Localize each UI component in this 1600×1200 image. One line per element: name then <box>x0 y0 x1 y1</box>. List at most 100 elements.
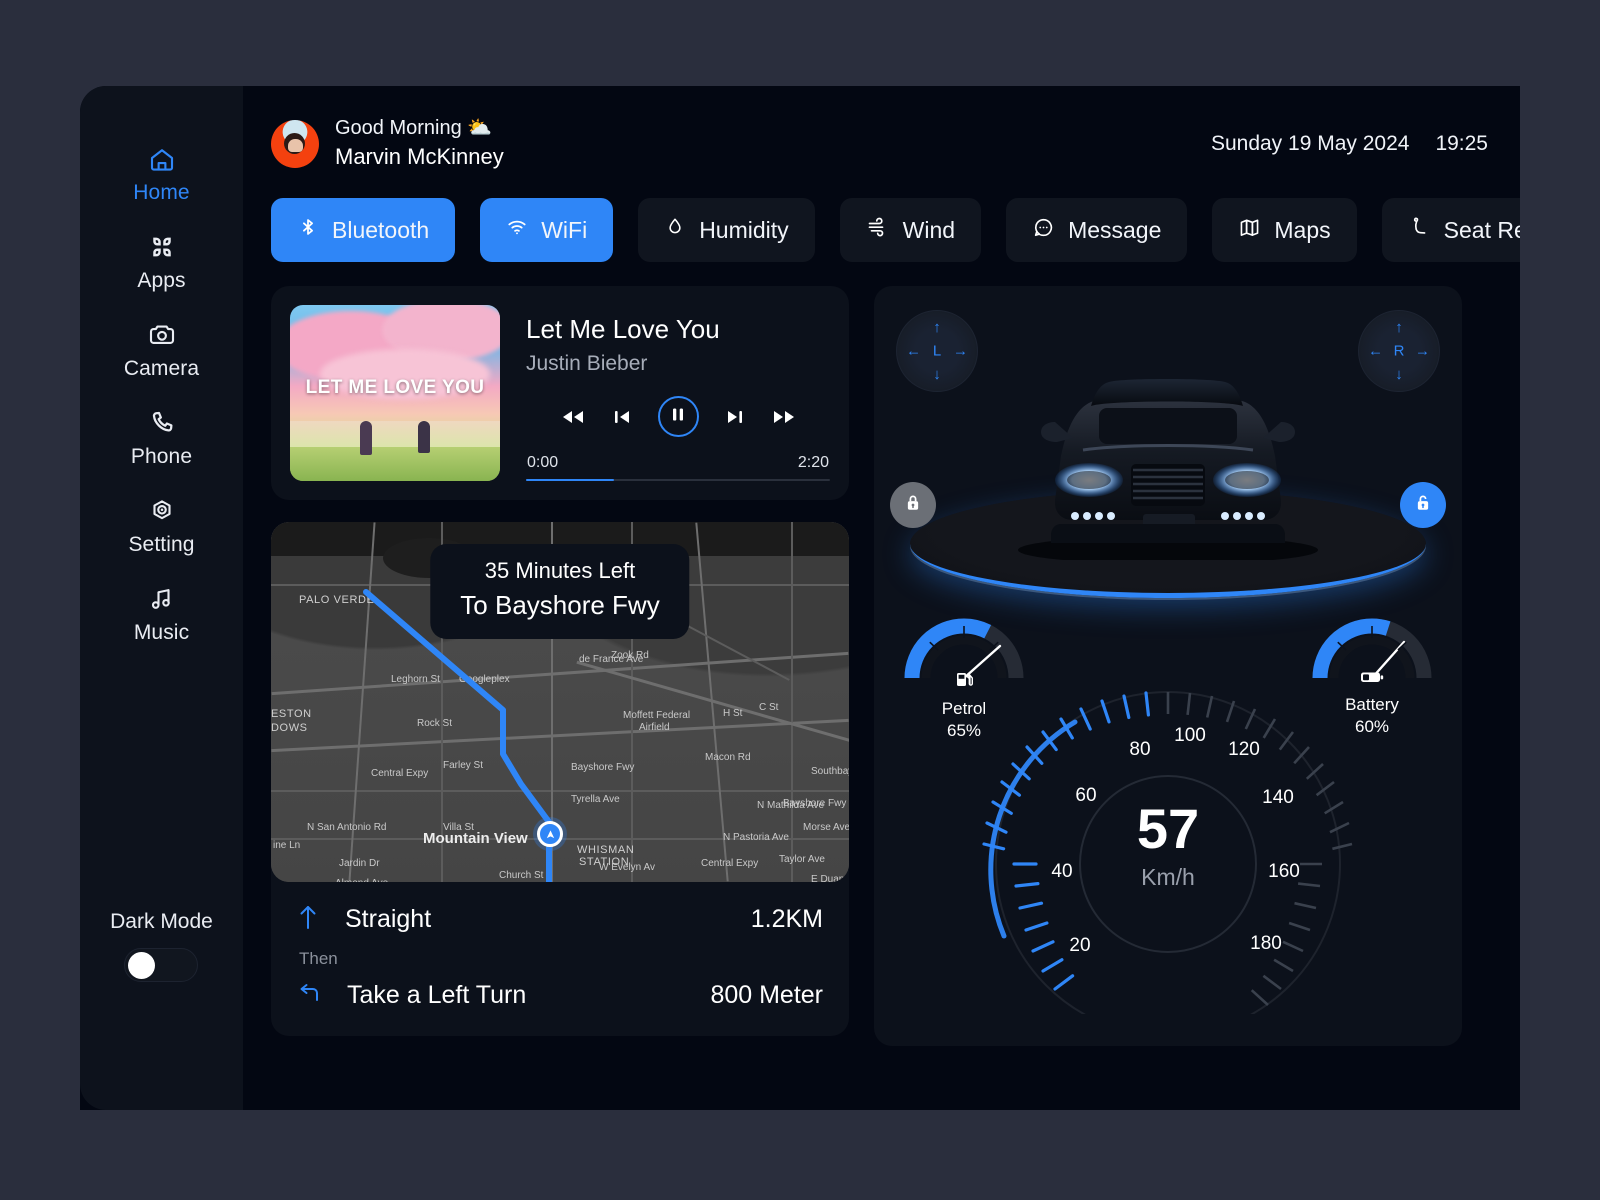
play-pause-button[interactable] <box>657 396 699 437</box>
direction-distance: 1.2KM <box>750 905 823 933</box>
direction-instruction: Straight <box>345 905 432 933</box>
sidebar-item-label: Phone <box>130 445 193 468</box>
direction-step: Take a Left Turn 800 Meter <box>297 981 823 1010</box>
pause-icon <box>671 407 685 427</box>
seat-icon <box>1408 216 1431 245</box>
direction-step: Straight 1.2KM <box>297 904 823 935</box>
current-location-label: Mountain View <box>423 830 528 847</box>
sidebar-item-label: Setting <box>128 533 195 556</box>
quick-action-label: WiFi <box>541 216 588 243</box>
map-view[interactable]: PALO VERDE Leghorn St Googleplex Moffett… <box>271 522 849 882</box>
greeting-text: Good Morning ⛅ <box>335 117 493 140</box>
quick-action-bar: Bluetooth WiFi Humidity Wind Message Map… <box>271 198 1520 262</box>
fast-forward-icon[interactable] <box>771 407 797 427</box>
message-bubble-icon <box>1032 216 1055 245</box>
quick-action-label: Seat Reclining <box>1443 216 1520 243</box>
turn-by-turn-directions: Straight 1.2KM Then Take a Left Turn 800… <box>271 882 849 1036</box>
vehicle-status-card: ↑ ↓ ← → L ↑ ↓ ← → R Petrol 65% Battery 6… <box>874 286 1462 1046</box>
quick-action-wind[interactable]: Wind <box>839 198 982 262</box>
quick-action-label: Message <box>1068 216 1162 243</box>
arrow-left-turn-icon <box>297 981 321 1010</box>
album-cover: LET ME LOVE YOU <box>290 305 500 481</box>
wind-icon <box>866 215 890 245</box>
main-area: Good Morning ⛅ Marvin McKinney Sunday 19… <box>243 86 1520 1110</box>
car-stage <box>874 304 1462 604</box>
current-position-marker <box>537 821 563 847</box>
date-label: Sunday 19 May 2024 <box>1210 132 1410 155</box>
tick-label-20: 20 <box>1069 935 1091 956</box>
sidebar: Home Apps Camera Phone Setting Music Dar… <box>80 86 243 1110</box>
lock-closed-icon <box>902 492 924 519</box>
cover-grass <box>290 447 500 481</box>
tick-label-80: 80 <box>1129 739 1151 760</box>
quick-action-label: Bluetooth <box>332 216 430 243</box>
right-column: ↑ ↓ ← → L ↑ ↓ ← → R Petrol 65% Battery 6… <box>874 286 1462 1046</box>
music-player-card: LET ME LOVE YOU Let Me Love You Justin B… <box>271 286 849 500</box>
navigation-card: PALO VERDE Leghorn St Googleplex Moffett… <box>271 522 849 1036</box>
quick-action-bluetooth[interactable]: Bluetooth <box>271 198 456 262</box>
next-track-icon[interactable] <box>725 407 745 427</box>
dark-mode-control: Dark Mode <box>110 910 213 982</box>
quick-action-message[interactable]: Message <box>1006 198 1188 262</box>
top-bar: Good Morning ⛅ Marvin McKinney Sunday 19… <box>271 112 1520 176</box>
time-label: 19:25 <box>1435 132 1488 155</box>
tick-label-180: 180 <box>1250 933 1282 954</box>
elapsed-time: 0:00 <box>527 454 559 471</box>
sidebar-item-home[interactable]: Home <box>80 130 243 218</box>
eta-destination: To Bayshore Fwy <box>460 590 660 620</box>
lock-open-icon <box>1412 492 1434 519</box>
tick-label-100: 100 <box>1174 725 1206 746</box>
gear-icon <box>147 496 177 526</box>
lock-button[interactable] <box>890 482 936 528</box>
quick-action-maps[interactable]: Maps <box>1212 198 1357 262</box>
date-time-block: Sunday 19 May 2024 19:25 <box>1211 132 1488 156</box>
quick-action-seat-reclining[interactable]: Seat Reclining <box>1381 198 1520 262</box>
tick-label-120: 120 <box>1228 739 1260 760</box>
current-speed-value: 57 <box>1136 797 1200 860</box>
progress-fill <box>526 479 615 481</box>
dark-mode-toggle[interactable] <box>124 948 199 982</box>
speed-unit-label: Km/h <box>1141 864 1195 890</box>
bluetooth-icon <box>297 216 319 244</box>
dark-mode-label: Dark Mode <box>110 910 213 933</box>
avatar[interactable] <box>271 119 319 168</box>
quick-action-humidity[interactable]: Humidity <box>638 198 815 262</box>
duration-time: 2:20 <box>797 454 829 471</box>
speedometer: 60 40 20 80 100 120 140 160 180 57 Km/h <box>978 674 1358 1037</box>
eta-banner: 35 Minutes Left To Bayshore Fwy <box>430 544 690 639</box>
then-label: Then <box>299 949 338 968</box>
map-fold-icon <box>1238 216 1261 245</box>
car-front-view <box>1018 379 1318 560</box>
sidebar-item-music[interactable]: Music <box>80 570 243 658</box>
phone-icon <box>147 408 177 438</box>
sidebar-item-camera[interactable]: Camera <box>80 306 243 394</box>
content-grid: LET ME LOVE YOU Let Me Love You Justin B… <box>271 286 1520 1046</box>
sidebar-item-apps[interactable]: Apps <box>80 218 243 306</box>
rewind-icon[interactable] <box>560 407 586 427</box>
toggle-knob <box>128 952 156 979</box>
direction-instruction: Take a Left Turn <box>347 981 527 1009</box>
previous-track-icon[interactable] <box>612 407 632 427</box>
home-icon <box>147 144 177 174</box>
user-greeting-block: Good Morning ⛅ Marvin McKinney <box>271 115 504 173</box>
dashboard-app: Home Apps Camera Phone Setting Music Dar… <box>80 86 1520 1110</box>
sidebar-item-phone[interactable]: Phone <box>80 394 243 482</box>
unlock-button[interactable] <box>1400 482 1446 528</box>
progress-bar[interactable] <box>526 479 830 481</box>
humidity-drop-icon <box>664 216 686 244</box>
quick-action-label: Maps <box>1274 216 1331 243</box>
sidebar-item-label: Home <box>133 181 190 204</box>
track-times: 0:00 2:20 <box>526 454 830 472</box>
track-title: Let Me Love You <box>526 314 720 344</box>
grid-icon <box>147 232 177 262</box>
track-artist: Justin Bieber <box>526 352 648 375</box>
quick-action-wifi[interactable]: WiFi <box>480 198 614 262</box>
music-info: Let Me Love You Justin Bieber 0:00 2:20 <box>526 305 830 481</box>
left-column: LET ME LOVE YOU Let Me Love You Justin B… <box>271 286 849 1046</box>
music-note-icon <box>147 584 177 614</box>
user-name: Marvin McKinney <box>335 144 504 170</box>
eta-minutes: 35 Minutes Left <box>484 558 636 583</box>
sidebar-item-setting[interactable]: Setting <box>80 482 243 570</box>
playback-controls <box>526 396 830 437</box>
sidebar-item-label: Music <box>133 621 190 644</box>
